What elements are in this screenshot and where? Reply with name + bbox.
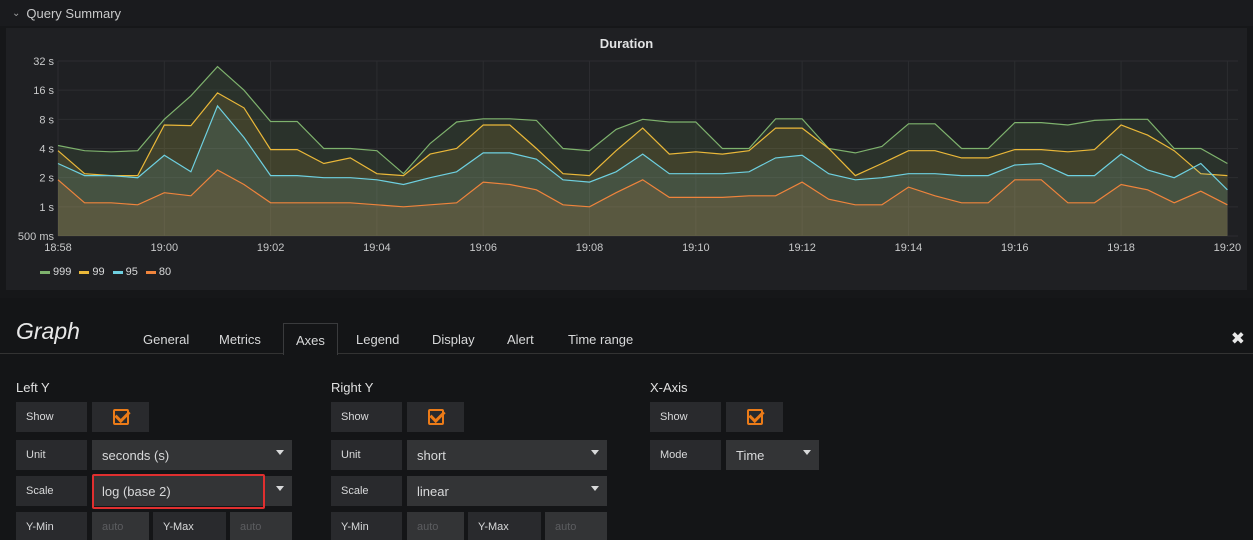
right-y-scale-value: linear: [417, 483, 449, 499]
right-y-show-label: Show: [331, 402, 402, 432]
right-y-unit-select[interactable]: short: [407, 440, 607, 470]
y-tick-label: 32 s: [33, 56, 54, 68]
legend-swatch: [40, 270, 50, 274]
legend-label: 999: [53, 266, 72, 278]
caret-down-icon: [276, 450, 284, 455]
legend-label: 95: [125, 266, 138, 278]
right-y-scale-label: Scale: [331, 476, 402, 506]
x-axis-title: X-Axis: [650, 380, 688, 395]
left-y-show-checkbox[interactable]: [92, 402, 149, 432]
legend-label: 80: [158, 266, 172, 278]
editor-tabbar: Graph General Metrics Axes Legend Displa…: [0, 298, 1253, 355]
panel-type-title: Graph: [16, 318, 80, 344]
scale-highlight-box: [92, 474, 265, 509]
checkbox-checked-icon: [112, 409, 129, 425]
row-header[interactable]: ⌄ Query Summary: [0, 0, 1253, 26]
x-tick-label: 19:14: [895, 242, 923, 254]
x-tick-label: 19:04: [363, 242, 391, 254]
y-tick-label: 2 s: [39, 173, 54, 185]
tab-display[interactable]: Display: [432, 332, 475, 347]
right-y-show-checkbox[interactable]: [407, 402, 464, 432]
y-tick-label: 8 s: [39, 114, 54, 126]
x-tick-label: 19:06: [469, 242, 497, 254]
chart-legend: 999 99 95 80: [40, 266, 171, 278]
x-tick-label: 18:58: [44, 242, 72, 254]
caret-down-icon: [591, 450, 599, 455]
x-tick-label: 19:02: [257, 242, 285, 254]
left-y-ymin-label: Y-Min: [16, 512, 87, 540]
x-tick-label: 19:18: [1107, 242, 1135, 254]
legend-item-99[interactable]: 99: [79, 266, 105, 278]
legend-item-80[interactable]: 80: [145, 266, 172, 278]
close-icon[interactable]: ✖: [1231, 329, 1245, 349]
left-y-unit-value: seconds (s): [102, 447, 170, 463]
right-y-ymax-input[interactable]: auto: [545, 512, 607, 540]
checkbox-checked-icon: [427, 409, 444, 425]
legend-label: 99: [92, 266, 105, 278]
x-tick-label: 19:08: [576, 242, 604, 254]
legend-swatch: [112, 270, 123, 274]
caret-down-icon: [276, 486, 284, 491]
legend-swatch: [79, 270, 90, 274]
x-tick-label: 19:20: [1214, 242, 1242, 254]
y-tick-label: 4 s: [39, 144, 54, 156]
tab-time-range[interactable]: Time range: [568, 332, 633, 347]
left-y-unit-select[interactable]: seconds (s): [92, 440, 292, 470]
left-y-scale-label: Scale: [16, 476, 87, 506]
left-y-show-label: Show: [16, 402, 87, 432]
tab-alert[interactable]: Alert: [507, 332, 534, 347]
right-y-ymin-input[interactable]: auto: [407, 512, 464, 540]
left-y-unit-label: Unit: [16, 440, 87, 470]
left-y-ymax-label: Y-Max: [153, 512, 226, 540]
checkbox-checked-icon: [746, 409, 763, 425]
panel-editor: Graph General Metrics Axes Legend Displa…: [0, 298, 1253, 540]
x-tick-label: 19:12: [788, 242, 816, 254]
x-tick-label: 19:10: [682, 242, 710, 254]
x-axis-show-label: Show: [650, 402, 721, 432]
right-y-unit-value: short: [417, 447, 446, 463]
x-axis-mode-select[interactable]: Time: [726, 440, 819, 470]
row-title: Query Summary: [26, 5, 122, 21]
tab-axes[interactable]: Axes: [283, 323, 338, 355]
tab-general[interactable]: General: [143, 332, 189, 347]
caret-down-icon: [803, 450, 811, 455]
y-tick-label: 1 s: [39, 202, 54, 214]
legend-item-95[interactable]: 95: [112, 266, 138, 278]
x-axis-mode-value: Time: [736, 447, 765, 463]
tab-metrics[interactable]: Metrics: [219, 332, 261, 347]
x-tick-label: 19:16: [1001, 242, 1029, 254]
x-axis-show-checkbox[interactable]: [726, 402, 783, 432]
left-y-title: Left Y: [16, 380, 50, 395]
right-y-ymax-label: Y-Max: [468, 512, 541, 540]
right-y-ymin-label: Y-Min: [331, 512, 402, 540]
right-y-unit-label: Unit: [331, 440, 402, 470]
legend-item-999[interactable]: 999: [40, 266, 71, 278]
y-tick-label: 16 s: [33, 85, 54, 97]
chevron-down-icon[interactable]: ⌄: [12, 8, 20, 19]
right-y-scale-select[interactable]: linear: [407, 476, 607, 506]
x-tick-label: 19:00: [151, 242, 179, 254]
tab-legend[interactable]: Legend: [356, 332, 399, 347]
left-y-ymax-input[interactable]: auto: [230, 512, 292, 540]
legend-swatch: [145, 270, 156, 274]
caret-down-icon: [591, 486, 599, 491]
left-y-ymin-input[interactable]: auto: [92, 512, 149, 540]
duration-chart: 32 s16 s8 s4 s2 s1 s500 ms18:58 19:00 19:0…: [18, 56, 1242, 254]
graph-panel: Duration 32 s 16 s8 s4 s2 s1 s 500 ms 18:58…: [6, 28, 1247, 290]
x-axis-mode-label: Mode: [650, 440, 721, 470]
right-y-title: Right Y: [331, 380, 374, 395]
